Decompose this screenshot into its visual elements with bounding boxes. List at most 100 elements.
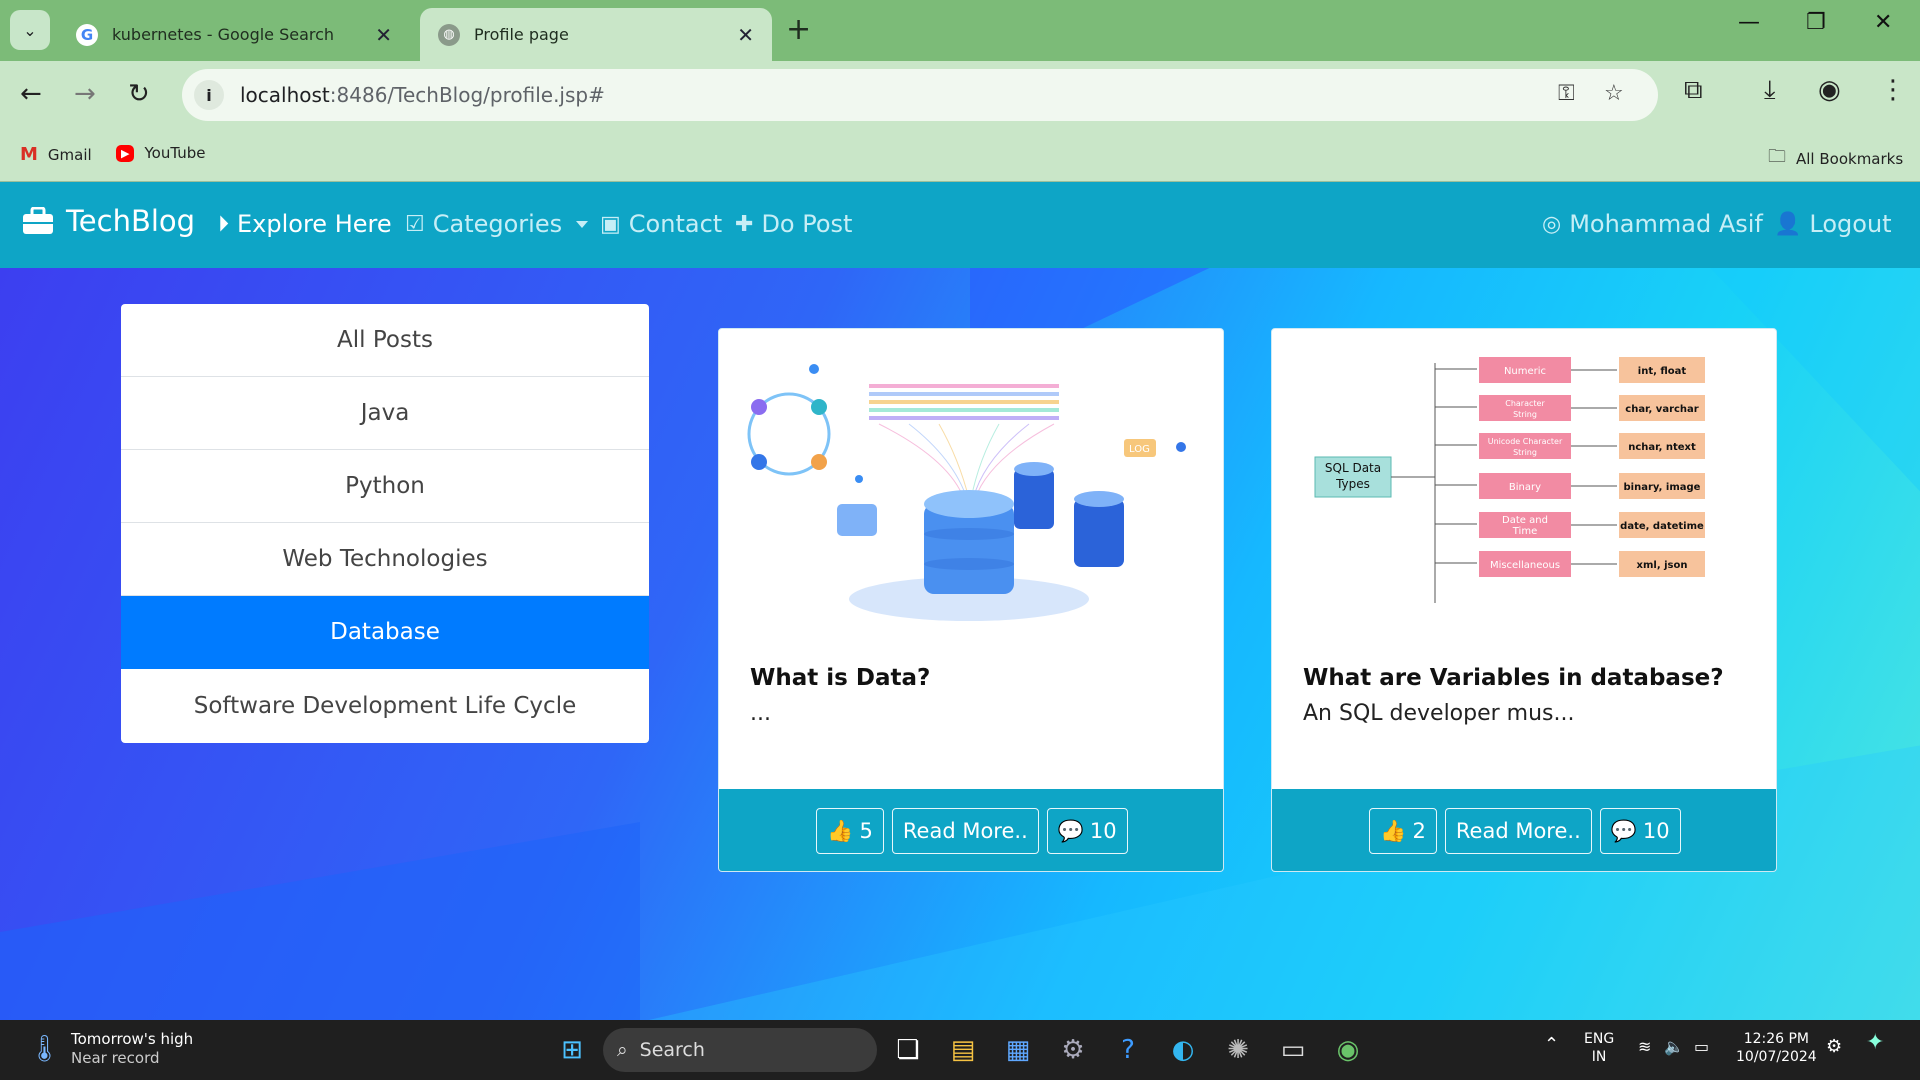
dot-cloud xyxy=(869,384,1059,420)
profile-avatar-icon[interactable]: ◉ xyxy=(1818,75,1841,105)
sql-type-label: Time xyxy=(1512,526,1537,537)
play-square-icon: ⏵ xyxy=(218,211,230,237)
nav-explore-here[interactable]: ⏵ Explore Here xyxy=(218,210,392,238)
new-tab-button[interactable]: + xyxy=(786,12,811,47)
windows-taskbar: 🌡 Tomorrow's high Near record ⊞ ⌕ Search… xyxy=(0,1020,1920,1080)
category-python[interactable]: Python xyxy=(121,450,649,523)
thumbs-up-icon: 👍 xyxy=(1380,818,1407,843)
tab-kubernetes[interactable]: G kubernetes - Google Search ✕ xyxy=(58,8,410,61)
weather-title: Tomorrow's high xyxy=(71,1030,194,1048)
sql-type-label: Unicode Character xyxy=(1488,437,1563,446)
bookmark-label: Gmail xyxy=(47,145,92,164)
post-image-sql-types: SQL Data Types Numeric int, float Characte… xyxy=(1272,329,1776,633)
database-illustration: LOG xyxy=(747,364,1186,621)
close-tab-icon[interactable]: ✕ xyxy=(375,23,392,47)
bookmark-youtube[interactable]: ▶ YouTube xyxy=(116,144,205,162)
like-button[interactable]: 👍 2 xyxy=(1369,808,1437,854)
nav-logout[interactable]: 👤 Logout xyxy=(1774,210,1892,238)
taskbar-search[interactable]: ⌕ Search xyxy=(603,1028,877,1072)
search-icon: ⌕ xyxy=(617,1039,628,1061)
tab-title: kubernetes - Google Search xyxy=(112,25,335,44)
clock[interactable]: 12:26 PM 10/07/2024 xyxy=(1736,1030,1817,1066)
copilot-icon[interactable]: ✦ xyxy=(1866,1032,1884,1054)
post-title: What is Data? xyxy=(750,665,931,691)
reload-icon[interactable]: ↻ xyxy=(128,79,150,109)
start-button[interactable]: ⊞ xyxy=(554,1032,590,1068)
weather-widget[interactable]: 🌡 Tomorrow's high Near record xyxy=(28,1030,193,1068)
category-web-technologies[interactable]: Web Technologies xyxy=(121,523,649,596)
settings-app-icon[interactable]: ⚙ xyxy=(1055,1032,1091,1068)
read-more-button[interactable]: Read More.. xyxy=(1444,808,1592,854)
nav-label: Explore Here xyxy=(237,210,392,238)
user-circle-icon: ◎ xyxy=(1542,211,1562,237)
language-indicator[interactable]: ENG IN xyxy=(1584,1030,1614,1066)
read-more-button[interactable]: Read More.. xyxy=(891,808,1039,854)
brand-logo[interactable]: TechBlog xyxy=(22,204,195,238)
task-view-icon[interactable]: ❏ xyxy=(890,1032,926,1068)
bookmark-gmail[interactable]: M Gmail xyxy=(20,144,92,165)
address-bar[interactable]: i localhost:8486/TechBlog/profile.jsp# ⚿… xyxy=(182,69,1658,121)
user-plus-icon: 👤 xyxy=(1774,211,1802,237)
comment-icon: 💬 xyxy=(1610,818,1637,843)
nav-label: Categories xyxy=(432,210,563,238)
file-explorer-icon[interactable]: ▤ xyxy=(945,1032,981,1068)
all-bookmarks[interactable]: 🗀 All Bookmarks xyxy=(1768,144,1903,174)
menu-icon[interactable]: ⋮ xyxy=(1880,75,1906,105)
edge-icon[interactable]: ◐ xyxy=(1165,1032,1201,1068)
category-list: All Posts Java Python Web Technologies D… xyxy=(121,304,649,743)
comments-button[interactable]: 💬 10 xyxy=(1046,808,1128,854)
sql-type-label: Miscellaneous xyxy=(1490,560,1560,571)
help-icon[interactable]: ? xyxy=(1110,1032,1146,1068)
like-button[interactable]: 👍 5 xyxy=(816,808,884,854)
tab-profile-page[interactable]: ◍ Profile page ✕ xyxy=(420,8,772,61)
battery-icon[interactable]: ▭ xyxy=(1694,1038,1709,1056)
nav-do-post[interactable]: ✚ Do Post xyxy=(735,210,852,238)
like-count: 5 xyxy=(859,819,873,843)
comment-icon: 💬 xyxy=(1057,818,1084,843)
download-icon[interactable]: ⤓ xyxy=(1764,75,1776,106)
wifi-icon[interactable]: ≋ xyxy=(1638,1038,1651,1056)
post-excerpt: An SQL developer mus... xyxy=(1303,701,1575,726)
forward-icon[interactable]: → xyxy=(74,79,96,109)
chrome-icon[interactable]: ◉ xyxy=(1330,1032,1366,1068)
gmail-icon: M xyxy=(20,144,38,165)
site-info-icon[interactable]: i xyxy=(194,80,224,110)
tab-bar: ⌄ G kubernetes - Google Search ✕ ◍ Profi… xyxy=(0,0,1920,61)
extensions-icon[interactable]: ⧉ xyxy=(1684,75,1703,106)
volume-icon[interactable]: 🔈 xyxy=(1664,1038,1684,1056)
nav-categories-dropdown[interactable]: ☑ Categories xyxy=(405,210,589,238)
chevron-up-icon[interactable]: ⌃ xyxy=(1544,1036,1559,1054)
nav-user-profile[interactable]: ◎ Mohammad Asif xyxy=(1542,210,1763,238)
post-footer: 👍 5 Read More.. 💬 10 xyxy=(719,789,1223,871)
log-badge-text: LOG xyxy=(1129,444,1150,455)
tab-search-button[interactable]: ⌄ xyxy=(10,10,50,50)
terminal-icon[interactable]: ▭ xyxy=(1275,1032,1311,1068)
store-icon[interactable]: ▦ xyxy=(1000,1032,1036,1068)
back-icon[interactable]: ← xyxy=(20,79,42,109)
sql-example-label: char, varchar xyxy=(1625,404,1699,415)
comment-count: 10 xyxy=(1642,819,1670,843)
bookmark-star-icon[interactable]: ☆ xyxy=(1604,81,1624,106)
nav-contact[interactable]: ▣ Contact xyxy=(600,210,722,238)
thumbs-up-icon: 👍 xyxy=(827,818,854,843)
sql-type-label: String xyxy=(1513,448,1537,457)
comments-button[interactable]: 💬 10 xyxy=(1599,808,1681,854)
nav-label: Logout xyxy=(1809,210,1892,238)
plus-icon: ✚ xyxy=(735,211,754,237)
post-excerpt: ... xyxy=(750,701,771,726)
restore-icon[interactable]: ❐ xyxy=(1806,10,1826,35)
url-text[interactable]: localhost:8486/TechBlog/profile.jsp# xyxy=(240,83,605,107)
globe-icon: ◍ xyxy=(438,23,460,46)
category-sdlc[interactable]: Software Development Life Cycle xyxy=(121,669,649,743)
gear-app-icon[interactable]: ✺ xyxy=(1220,1032,1256,1068)
sql-type-rows: Numeric int, float Character String char, va… xyxy=(1435,357,1705,577)
category-database[interactable]: Database xyxy=(121,596,649,669)
password-key-icon[interactable]: ⚿ xyxy=(1558,81,1575,106)
close-window-icon[interactable]: ✕ xyxy=(1874,10,1892,35)
nav-label: Do Post xyxy=(761,210,853,238)
category-java[interactable]: Java xyxy=(121,377,649,450)
close-tab-icon[interactable]: ✕ xyxy=(737,23,754,47)
minimize-icon[interactable]: — xyxy=(1738,10,1760,35)
category-all-posts[interactable]: All Posts xyxy=(121,304,649,377)
notifications-icon[interactable]: ⚙ xyxy=(1826,1038,1842,1056)
